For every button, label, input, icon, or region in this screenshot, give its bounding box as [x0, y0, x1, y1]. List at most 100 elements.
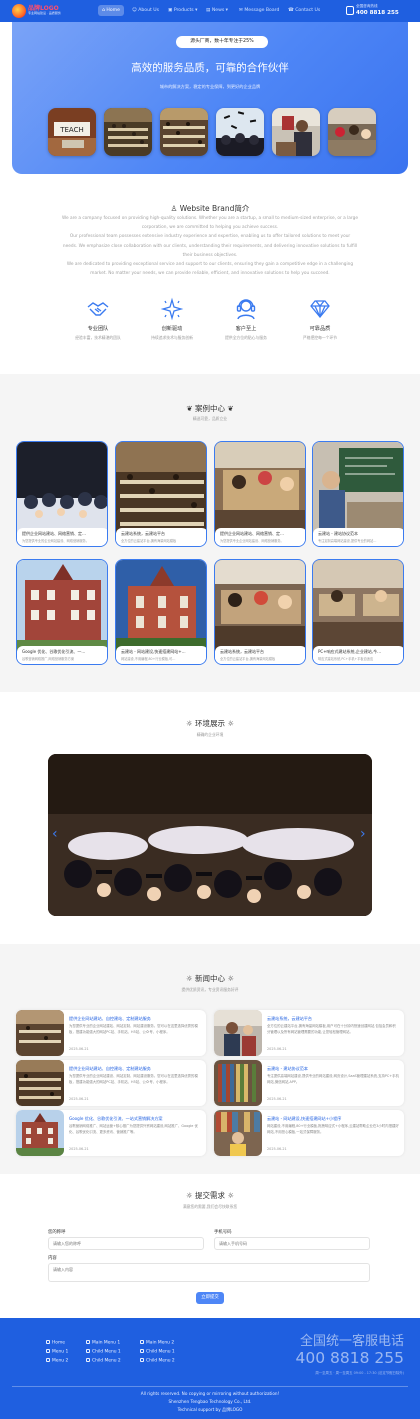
news-section-subtitle: 提供优质资讯，专业资讯服务好评: [181, 987, 239, 992]
hero-thumbnail[interactable]: [272, 108, 320, 156]
hero-thumbnail[interactable]: [328, 108, 376, 156]
nav-about-us[interactable]: ☺ About Us: [128, 5, 163, 16]
case-image: [215, 560, 305, 652]
content-textarea[interactable]: [48, 1263, 370, 1282]
menu-icon: [140, 1358, 144, 1362]
news-item[interactable]: Google 优化、谷歌优化引流、一站式营销解决方案 谷歌营销网络推广、网站运营…: [16, 1110, 206, 1156]
menu-icon: [86, 1349, 90, 1353]
feature-desc: 提供全方位的贴心与服务: [225, 335, 267, 340]
feature-desc: 严格把控每一个环节: [302, 335, 338, 340]
news-item[interactable]: 云建站 - 建站协议范本 专注提供高端网站建设,提供专业的网站建设,网页设计,S…: [214, 1060, 404, 1106]
footer-link-main-menu-1[interactable]: Main Menu 1: [86, 1340, 120, 1346]
news-item[interactable]: 提供企业网站建站、自控建站、定制建站服务 为您提供专业的企业网站建设、网站定制、…: [16, 1060, 206, 1106]
case-desc: 专注定制高端网站建设,提供专业的网站…: [318, 539, 377, 543]
sun-icon: ☼: [185, 719, 195, 728]
nav-news[interactable]: ▤ News ▾: [202, 5, 232, 16]
environment-image-slider[interactable]: [48, 754, 372, 916]
news-item[interactable]: 云建站系统，云建站平台 全方位的云建站平台,拥有海量网站模板,用户可在十分钟内快…: [214, 1010, 404, 1056]
site-logo[interactable]: 品牌LOGO 专业网站建设 · 品质服务: [12, 3, 61, 18]
footer-link-child-menu-1[interactable]: Child Menu 1: [86, 1349, 121, 1355]
feature-desc: 持续追求技术与服务创新: [151, 335, 193, 340]
news-title: Google 优化、谷歌优化引流、一站式营销解决方案: [69, 1116, 163, 1121]
case-desc: 为您提供专业企业网站建设、网络营销服务。: [220, 539, 284, 543]
case-card[interactable]: 提供企业网站建站、网络营销、定… 为您提供专业企业网站建设、网络营销服务。: [214, 441, 306, 547]
nav-message-board[interactable]: ✉ Message Board: [235, 5, 283, 16]
feature-innovation: 创新驱动 持续追求技术与服务创新: [132, 297, 212, 341]
case-card[interactable]: 提供企业网站建站、网络营销、定… 为您提供专业的企业网站建设、网络营销服务。: [16, 441, 108, 547]
case-caption: 提供企业网站建站、网络营销、定… 为您提供专业企业网站建设、网络营销服务。: [215, 528, 305, 546]
footer-link-child-menu-2[interactable]: Child Menu 2: [140, 1358, 175, 1364]
case-card[interactable]: 云建站系统，云建站平台 全方位的云建站平台,拥有海量网站模板: [214, 559, 306, 665]
case-caption: 云建站 - 建站协议范本 专注定制高端网站建设,提供专业的网站…: [313, 528, 403, 546]
brand-paragraph: Our professional team possesses extensiv…: [62, 234, 358, 258]
environment-section-title: ☼ 环境展示 ☼: [185, 719, 235, 728]
case-card[interactable]: Google 优化、谷歌优化引流、一… 谷歌营销网络推广,网络营销服务方案: [16, 559, 108, 665]
footer-link-home[interactable]: Home: [46, 1340, 65, 1346]
cases-section-subtitle: 精选可靠，品质立业: [192, 416, 228, 421]
hero-thumbnail[interactable]: [216, 108, 264, 156]
case-caption: 云建站 - 网站建设,快速搭建网站+… 网站建设,不用编程,80+行业模板,可…: [116, 646, 206, 664]
feature-reliable-quality: 可靠品质 严格把控每一个环节: [280, 297, 360, 341]
logo-slogan: 专业网站建设 · 品质服务: [28, 11, 61, 15]
case-desc: 谷歌营销网络推广,网络营销服务方案: [22, 657, 75, 661]
footer-support: Technical support by 品牌LOGO: [177, 1407, 243, 1412]
footer-link-menu-1[interactable]: Menu 1: [46, 1349, 68, 1355]
case-image: [116, 442, 206, 534]
slider-prev-button[interactable]: ‹: [52, 826, 58, 842]
page: 品牌LOGO 专业网站建设 · 品质服务 ⌂ Home ☺ About Us ▣…: [0, 0, 420, 1419]
news-date: 2025-06-21: [267, 1097, 287, 1101]
svg-text:TEACH: TEACH: [59, 126, 84, 134]
case-caption: 云建站系统，云建站平台 全方位的云建站平台,拥有海量网站模板: [116, 528, 206, 546]
hero-thumbnail[interactable]: [160, 108, 208, 156]
news-thumbnail: [214, 1060, 262, 1106]
case-card[interactable]: 云建站 - 网站建设,快速搭建网站+… 网站建设,不用编程,80+行业模板,可…: [115, 559, 207, 665]
menu-icon: [140, 1349, 144, 1353]
hero-thumbnail[interactable]: [104, 108, 152, 156]
header-hotline[interactable]: 全国咨询热线 400 8818 255: [346, 3, 406, 19]
top-navigation-bar: 品牌LOGO 专业网站建设 · 品质服务 ⌂ Home ☺ About Us ▣…: [0, 0, 420, 22]
news-desc: 网站建设,不用编程,80+行业模板,拖拽响应式+小程序,云建站帮助企业在3小时内…: [267, 1124, 399, 1134]
case-desc: 响应式建站系统,PC+手机+平板自适应: [318, 657, 374, 661]
slider-next-button[interactable]: ›: [360, 826, 366, 842]
feature-title: 创新驱动: [161, 326, 183, 332]
case-card[interactable]: PC+响应式建站系统,企业建站,今… 响应式建站系统,PC+手机+平板自适应: [312, 559, 404, 665]
case-card[interactable]: 云建站 - 建站协议范本 专注定制高端网站建设,提供专业的网站…: [312, 441, 404, 547]
environment-photo: [48, 754, 372, 916]
nav-home[interactable]: ⌂ Home: [98, 5, 124, 16]
news-title: 提供企业网站建站、自控建站、定制建站服务: [69, 1066, 151, 1071]
menu-icon: [86, 1340, 90, 1344]
footer-rights: All rights reserved. No copying or mirro…: [140, 1391, 280, 1396]
submit-button[interactable]: 立即提交: [196, 1292, 224, 1304]
news-title: 云建站 - 建站协议范本: [267, 1066, 308, 1071]
news-title: 云建站系统，云建站平台: [267, 1016, 313, 1021]
nav-contact-us[interactable]: ☎ Contact Us: [284, 5, 324, 16]
phone-input[interactable]: [214, 1237, 370, 1250]
news-item[interactable]: 云建站 - 网站建设,快速搭建网站+小程序 网站建设,不用编程,80+行业模板,…: [214, 1110, 404, 1156]
news-date: 2025-06-21: [69, 1147, 89, 1151]
footer-company: Shenzhen Tengbao Technology Co., Ltd.: [168, 1399, 252, 1404]
footer-link-main-menu-2[interactable]: Main Menu 2: [140, 1340, 174, 1346]
content-label: 内容: [48, 1256, 57, 1261]
sun-icon: ☼: [185, 974, 195, 983]
sun-icon: ☼: [225, 974, 235, 983]
news-desc: 谷歌营销网络推广、网站运营+核心推广为您提供外贸网站建设,网站推广、Google…: [69, 1124, 198, 1134]
name-input[interactable]: [48, 1237, 204, 1250]
footer-link-child-menu-2[interactable]: Child Menu 2: [86, 1358, 121, 1364]
case-title: PC+响应式建站系统,企业建站,今…: [318, 649, 382, 654]
footer-hotline-number[interactable]: 400 8818 255: [296, 1349, 404, 1367]
nav-products[interactable]: ▣ Products ▾: [164, 5, 201, 16]
footer-link-menu-2[interactable]: Menu 2: [46, 1358, 68, 1364]
news-item[interactable]: 提供企业网站建站、自控建站、定制建站服务 为您提供专业的企业网站建站、网站定制、…: [16, 1010, 206, 1056]
inquiry-section-subtitle: 满意您的需要,我们会尽快联系您: [182, 1204, 238, 1209]
case-image: [17, 560, 107, 652]
hotline-number: 400 8818 255: [356, 10, 399, 16]
case-card[interactable]: 云建站系统，云建站平台 全方位的云建站平台,拥有海量网站模板: [115, 441, 207, 547]
news-thumbnail: [16, 1060, 64, 1106]
case-desc: 网站建设,不用编程,80+行业模板,可…: [121, 657, 176, 661]
hero-thumbnail[interactable]: TEACH: [48, 108, 96, 156]
news-thumbnail: [16, 1110, 64, 1156]
phone-label: 手机号码: [214, 1230, 232, 1235]
hero-title: 高效的服务品质，可靠的合作伙伴: [131, 62, 289, 74]
footer-link-child-menu-1[interactable]: Child Menu 1: [140, 1349, 175, 1355]
sun-icon: ☼: [225, 1191, 235, 1200]
